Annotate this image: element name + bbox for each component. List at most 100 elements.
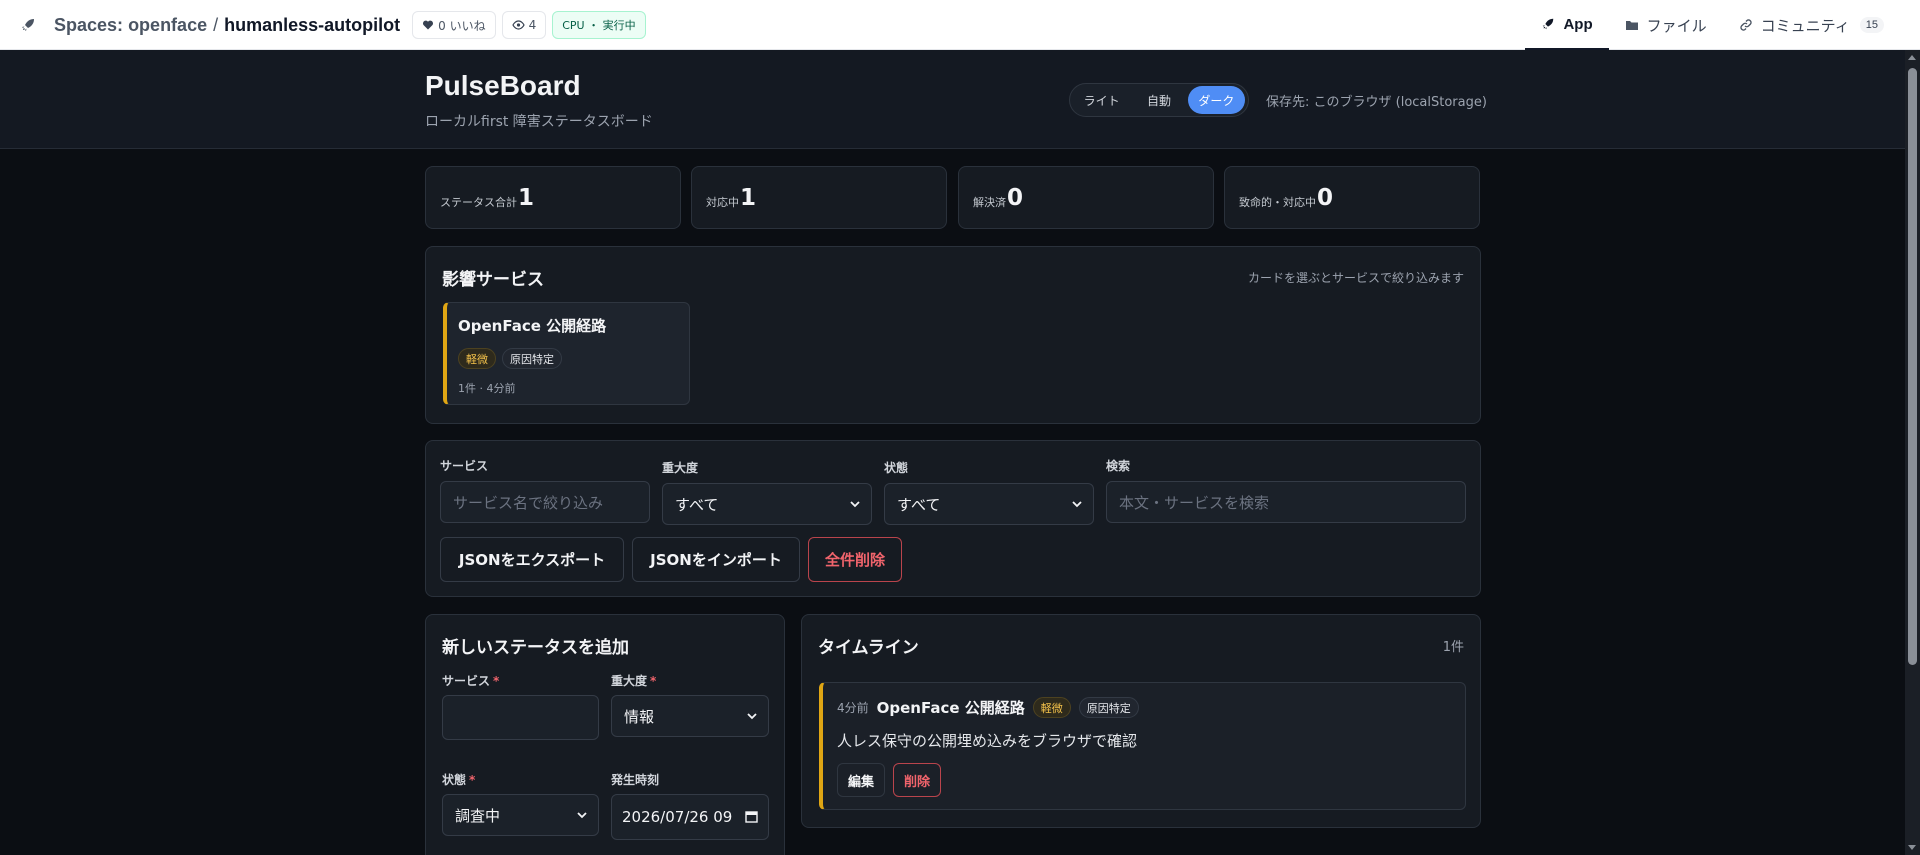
timeline-title: タイムライン (818, 638, 919, 658)
spaces-label: Spaces: (54, 14, 124, 35)
view-count: 4 (528, 18, 537, 32)
new-service-input[interactable] (442, 695, 599, 740)
severity-filter-value: すべて (675, 495, 719, 514)
calendar-icon[interactable] (745, 810, 758, 823)
theme-auto-button[interactable]: 自動 (1130, 86, 1187, 114)
timeline-item-header: 4分前 OpenFace 公開経路 軽微 原因特定 (837, 697, 1139, 718)
hardware-status-label: CPU ・ 実行中 (562, 19, 636, 32)
occurred-at-input[interactable]: 2026/07/26 09 (611, 794, 769, 840)
new-state-select[interactable]: 調査中 (442, 794, 599, 836)
space-owner[interactable]: openface (128, 15, 207, 35)
new-status-panel: 新しいステータスを追加 サービス * 重大度 * 情報 状態 * 調査中 発生時刻 2… (425, 614, 785, 855)
folder-icon (1625, 21, 1638, 30)
heart-icon (423, 20, 434, 30)
export-json-button[interactable]: JSONをエクスポート (440, 537, 624, 582)
edit-button[interactable]: 編集 (837, 763, 886, 797)
app-header (0, 50, 1920, 149)
like-button[interactable]: 0 いいね (412, 11, 496, 39)
tab-files-label: ファイル (1646, 17, 1707, 35)
timeline-item-time: 4分前 (837, 701, 869, 715)
scroll-up-arrow-icon[interactable] (1908, 55, 1916, 60)
hardware-status-badge: CPU ・ 実行中 (552, 11, 646, 39)
space-tabs: App ファイル コミュニティ 15 (1525, 0, 1900, 50)
new-severity-select[interactable]: 情報 (611, 695, 769, 737)
app-subtitle: ローカルfirst 障害ステータスボード (425, 114, 653, 130)
state-filter-select[interactable]: すべて (884, 483, 1094, 525)
timeline-item-service: OpenFace 公開経路 (876, 699, 1025, 717)
timeline-count: 1件 (1442, 640, 1464, 655)
affected-services-hint: カードを選ぶとサービスで絞り込みます (1247, 271, 1464, 285)
theme-dark-button[interactable]: ダーク (1187, 86, 1245, 114)
state-filter-value: すべて (897, 495, 941, 514)
occurred-at-value: 2026/07/26 09 (622, 808, 733, 826)
delete-button[interactable]: 削除 (893, 763, 942, 797)
stat-value: 0 (1317, 184, 1334, 211)
app-title: PulseBoard (425, 70, 581, 101)
chevron-down-icon (577, 812, 587, 819)
severity-badge: 軽微 (1032, 697, 1071, 718)
stat-value: 1 (740, 184, 757, 211)
chevron-down-icon (747, 713, 757, 720)
page-scrollbar[interactable] (1905, 50, 1920, 855)
tab-app[interactable]: App (1525, 0, 1609, 50)
stat-active: 対応中 1 (691, 166, 947, 229)
timeline-panel: タイムライン 1件 4分前 OpenFace 公開経路 軽微 原因特定 人レス保… (801, 614, 1481, 828)
scroll-down-arrow-icon[interactable] (1908, 845, 1916, 850)
filter-panel: サービス サービス名で絞り込み 重大度 すべて 状態 すべて 検索 本文・サービ… (425, 440, 1481, 597)
new-service-label: サービス * (442, 674, 500, 688)
like-count: 0 いいね (438, 18, 486, 33)
stat-label: 対応中 (706, 195, 739, 209)
stat-label: ステータス合計 (440, 195, 517, 209)
new-severity-value: 情報 (624, 707, 655, 726)
eye-icon (511, 20, 525, 30)
service-card-meta: 1件 · 4分前 (458, 382, 516, 395)
rocket-icon (20, 17, 36, 33)
occurred-at-label: 発生時刻 (611, 773, 660, 787)
storage-note: 保存先: このブラウザ (localStorage) (1266, 95, 1487, 110)
new-severity-label-text: 重大度 (611, 674, 648, 688)
new-state-label: 状態 * (442, 773, 476, 787)
rocket-icon (1543, 18, 1554, 30)
timeline-item: 4分前 OpenFace 公開経路 軽微 原因特定 人レス保守の公開埋め込みをブ… (819, 682, 1466, 810)
severity-filter-label: 重大度 (662, 461, 699, 475)
new-state-label-text: 状態 (442, 773, 467, 787)
scroll-thumb[interactable] (1908, 68, 1917, 665)
tab-files[interactable]: ファイル (1609, 0, 1723, 50)
state-filter-label: 状態 (884, 461, 909, 475)
link-icon (1739, 19, 1752, 31)
affected-services-title: 影響サービス (442, 270, 544, 290)
stat-value: 1 (518, 184, 535, 211)
stat-resolved: 解決済 0 (958, 166, 1214, 229)
space-title-area: Spaces: openface / humanless-autopilot 0 い… (20, 0, 646, 50)
space-path[interactable]: Spaces: openface / humanless-autopilot (54, 15, 400, 36)
chevron-down-icon (850, 501, 860, 508)
search-input[interactable]: 本文・サービスを検索 (1106, 481, 1466, 523)
severity-filter-select[interactable]: すべて (662, 483, 872, 525)
theme-switch: ライト 自動 ダーク (1069, 83, 1249, 117)
path-separator: / (213, 14, 219, 35)
new-severity-label: 重大度 * (611, 674, 657, 688)
stat-total: ステータス合計 1 (425, 166, 681, 229)
timeline-item-body: 人レス保守の公開埋め込みをブラウザで確認 (837, 732, 1138, 750)
stat-label: 解決済 (973, 195, 1006, 209)
new-service-label-text: サービス (442, 674, 491, 688)
tab-community[interactable]: コミュニティ 15 (1723, 0, 1900, 50)
severity-badge: 軽微 (458, 348, 496, 369)
service-filter-input[interactable]: サービス名で絞り込み (440, 481, 650, 523)
theme-light-button[interactable]: ライト (1073, 86, 1130, 114)
service-card-badges: 軽微 原因特定 (458, 348, 562, 369)
space-repo-name[interactable]: humanless-autopilot (224, 15, 400, 35)
new-state-value: 調査中 (455, 806, 501, 825)
delete-all-button[interactable]: 全件削除 (808, 537, 902, 582)
community-count-badge: 15 (1859, 17, 1884, 33)
views-badge: 4 (501, 11, 547, 39)
stat-label: 致命的・対応中 (1239, 195, 1316, 209)
new-status-title: 新しいステータスを追加 (442, 638, 629, 658)
space-header: Spaces: openface / humanless-autopilot 0 い… (0, 0, 1920, 50)
stat-value: 0 (1007, 184, 1024, 211)
service-card-name: OpenFace 公開経路 (458, 317, 607, 335)
import-json-button[interactable]: JSONをインポート (632, 537, 800, 582)
stat-critical-active: 致命的・対応中 0 (1224, 166, 1480, 229)
affected-services-panel: 影響サービス カードを選ぶとサービスで絞り込みます OpenFace 公開経路 … (425, 246, 1481, 424)
service-card[interactable]: OpenFace 公開経路 軽微 原因特定 1件 · 4分前 (443, 302, 690, 405)
